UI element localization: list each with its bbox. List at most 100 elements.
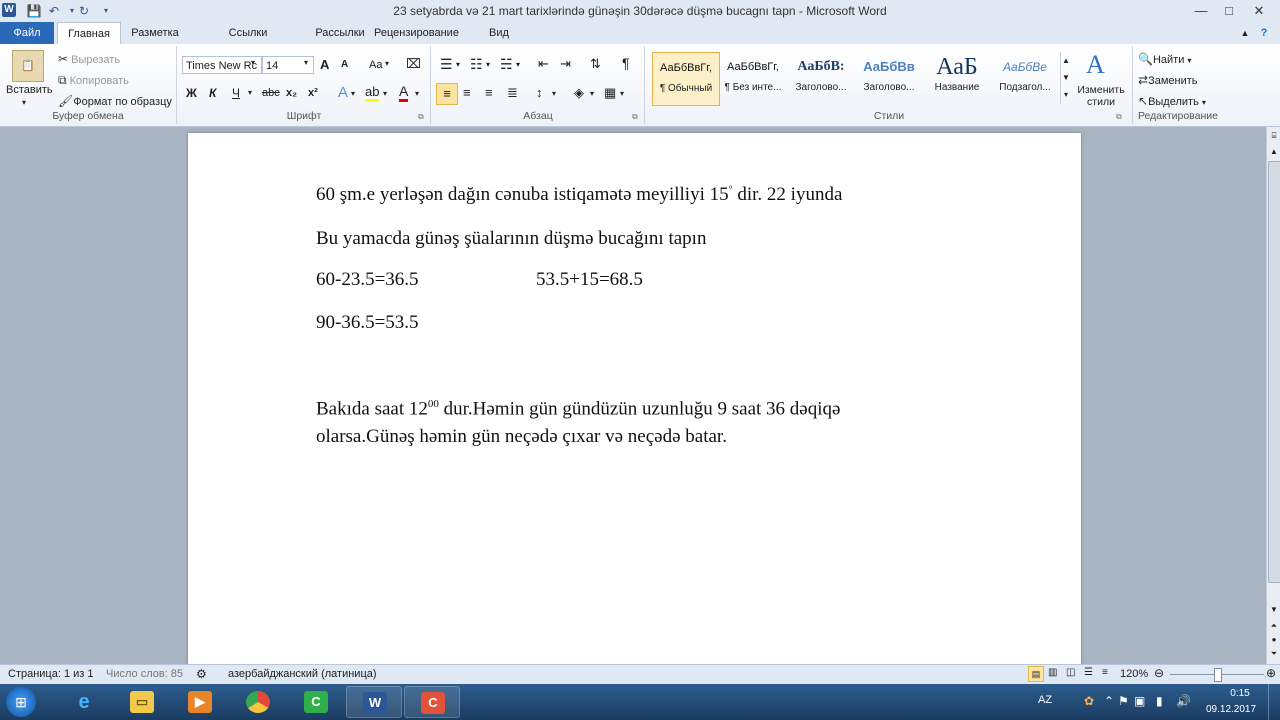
action-center-flag-icon[interactable]: ⚑ bbox=[1118, 694, 1129, 708]
doc-line-3a[interactable]: 60-23.5=36.5 bbox=[316, 269, 419, 291]
numbering-dropdown-icon[interactable]: ▾ bbox=[486, 60, 490, 69]
tab-mailings[interactable]: Рецензирование bbox=[374, 22, 459, 44]
ruler-toggle-icon[interactable]: ⌸ bbox=[1267, 129, 1280, 143]
scroll-down-icon[interactable]: ▼ bbox=[1267, 603, 1280, 617]
highlight-icon[interactable]: ab bbox=[365, 84, 380, 102]
paste-button[interactable]: Вставить bbox=[6, 84, 53, 96]
input-language[interactable]: AZ bbox=[1038, 694, 1052, 706]
vertical-scrollbar[interactable]: ⌸ ▲ ▼ ⏶ ● ⏷ bbox=[1266, 127, 1280, 664]
word-count[interactable]: Число слов: 85 bbox=[106, 668, 183, 680]
print-layout-icon[interactable]: ▤ bbox=[1028, 666, 1044, 682]
style-title[interactable]: АаБ Название bbox=[924, 52, 990, 104]
sort-icon[interactable]: ⇅ bbox=[590, 56, 601, 72]
outline-view-icon[interactable]: ☰ bbox=[1084, 667, 1093, 678]
browse-object-icon[interactable]: ● bbox=[1267, 633, 1280, 647]
subscript-button[interactable]: x₂ bbox=[286, 87, 297, 99]
decrease-indent-icon[interactable]: ⇤ bbox=[538, 56, 549, 72]
taskbar-chrome[interactable] bbox=[230, 686, 286, 718]
taskbar-word[interactable]: W bbox=[346, 686, 402, 718]
clock-date[interactable]: 09.12.2017 bbox=[1206, 704, 1256, 715]
paste-icon[interactable]: 📋 bbox=[12, 50, 44, 82]
minimize-button[interactable]: — bbox=[1188, 2, 1214, 20]
text-effects-icon[interactable]: A bbox=[338, 84, 348, 101]
change-case-button[interactable]: Aa bbox=[369, 59, 382, 71]
align-right-icon[interactable]: ≡ bbox=[485, 85, 493, 100]
paste-dropdown-icon[interactable]: ▾ bbox=[22, 98, 26, 107]
tab-home[interactable]: Главная bbox=[57, 22, 121, 45]
shading-icon[interactable]: ◈ bbox=[574, 85, 584, 101]
previous-page-icon[interactable]: ⏶ bbox=[1267, 619, 1280, 633]
find-button[interactable]: 🔍Найти ▾ bbox=[1138, 52, 1191, 66]
volume-icon[interactable]: 🔊 bbox=[1176, 694, 1191, 708]
next-page-icon[interactable]: ⏷ bbox=[1267, 647, 1280, 661]
italic-button[interactable]: К bbox=[209, 86, 216, 100]
borders-icon[interactable]: ▦ bbox=[604, 85, 616, 101]
font-name-dropdown-icon[interactable]: ▾ bbox=[251, 58, 255, 67]
tab-page-layout[interactable]: Ссылки bbox=[190, 22, 306, 44]
scroll-thumb[interactable] bbox=[1268, 161, 1280, 583]
styles-scroll-buttons[interactable]: ▲ ▼ ▾ bbox=[1060, 52, 1071, 104]
tab-review[interactable]: Вид bbox=[446, 22, 552, 44]
network-icon[interactable]: ▣ bbox=[1134, 694, 1145, 708]
doc-line-6[interactable]: olarsa.Günəş həmin gün neçədə çıxar və n… bbox=[316, 426, 727, 448]
superscript-button[interactable]: x² bbox=[308, 87, 318, 99]
shading-dropdown-icon[interactable]: ▾ bbox=[590, 89, 594, 98]
shrink-font-button[interactable]: A bbox=[341, 59, 348, 70]
doc-line-1[interactable]: 60 şm.e yerləşən dağın cənuba istiqamətə… bbox=[316, 184, 842, 206]
align-center-icon[interactable]: ≡ bbox=[463, 85, 471, 100]
web-layout-icon[interactable]: ◫ bbox=[1066, 667, 1075, 678]
numbering-icon[interactable]: ☷ bbox=[470, 56, 483, 73]
tab-file[interactable]: Файл bbox=[0, 22, 54, 44]
show-formatting-button[interactable]: ¶ bbox=[622, 55, 630, 71]
minimize-ribbon-icon[interactable]: ▲ bbox=[1238, 22, 1252, 44]
doc-line-2[interactable]: Bu yamacda günəş şüalarının düşmə bucağı… bbox=[316, 228, 706, 250]
change-styles-icon[interactable]: A bbox=[1086, 50, 1105, 80]
strikethrough-button[interactable]: abc bbox=[262, 87, 280, 99]
style-heading-2[interactable]: АаБбВв Заголово... bbox=[856, 52, 922, 104]
language-indicator[interactable]: азербайджанский (латиница) bbox=[228, 668, 377, 680]
borders-dropdown-icon[interactable]: ▾ bbox=[620, 89, 624, 98]
help-icon[interactable]: ? bbox=[1256, 22, 1272, 44]
page-count[interactable]: Страница: 1 из 1 bbox=[8, 668, 94, 680]
clock-time[interactable]: 0:15 bbox=[1218, 688, 1262, 699]
change-case-dropdown-icon[interactable]: ▾ bbox=[385, 59, 389, 68]
font-color-icon[interactable]: A bbox=[399, 83, 409, 102]
zoom-in-icon[interactable]: ⊕ bbox=[1266, 666, 1276, 680]
replace-button[interactable]: ⇄Заменить bbox=[1138, 73, 1198, 87]
show-desktop-button[interactable] bbox=[1268, 684, 1280, 720]
zoom-slider-thumb[interactable] bbox=[1214, 668, 1222, 682]
tab-view[interactable] bbox=[558, 22, 596, 44]
taskbar-recorder[interactable]: C bbox=[404, 686, 460, 718]
taskbar-camtasia[interactable]: C bbox=[288, 686, 344, 718]
taskbar-media[interactable]: ▶ bbox=[172, 686, 228, 718]
copy-button[interactable]: ⧉ Копировать bbox=[58, 73, 129, 88]
scroll-up-icon[interactable]: ▲ bbox=[1267, 145, 1280, 159]
grow-font-button[interactable]: A bbox=[320, 57, 329, 72]
underline-button[interactable]: Ч bbox=[232, 86, 240, 100]
underline-dropdown-icon[interactable]: ▾ bbox=[248, 88, 252, 97]
signal-icon[interactable]: ▮ bbox=[1156, 694, 1163, 708]
bullets-icon[interactable]: ☰ bbox=[440, 56, 453, 73]
full-screen-reading-icon[interactable]: ▥ bbox=[1048, 667, 1057, 678]
clear-formatting-icon[interactable]: ⌧ bbox=[406, 56, 421, 72]
cut-button[interactable]: ✂ Вырезать bbox=[58, 52, 120, 66]
style-no-spacing[interactable]: АаБбВвГг, ¶ Без инте... bbox=[720, 52, 786, 104]
tray-expand-icon[interactable]: ⌃ bbox=[1104, 694, 1114, 708]
style-subtitle[interactable]: АаБбВе Подзагол... bbox=[992, 52, 1058, 104]
text-effects-dropdown-icon[interactable]: ▾ bbox=[351, 89, 355, 98]
bullets-dropdown-icon[interactable]: ▾ bbox=[456, 60, 460, 69]
start-button-icon[interactable]: ⊞ bbox=[6, 687, 36, 717]
font-name-input[interactable]: Times New Rc bbox=[182, 56, 262, 74]
tray-app-icon[interactable]: ✿ bbox=[1084, 694, 1094, 708]
proofing-icon[interactable]: ⚙ bbox=[196, 667, 207, 681]
format-painter-button[interactable]: 🖌Формат по образцу bbox=[58, 94, 172, 108]
zoom-level[interactable]: 120% bbox=[1120, 668, 1148, 680]
taskbar-explorer[interactable]: ▭ bbox=[114, 686, 170, 718]
multilevel-dropdown-icon[interactable]: ▾ bbox=[516, 60, 520, 69]
taskbar-ie[interactable]: e bbox=[56, 686, 112, 718]
doc-line-4[interactable]: 90-36.5=53.5 bbox=[316, 312, 419, 334]
tab-references[interactable]: Рассылки bbox=[312, 22, 368, 44]
increase-indent-icon[interactable]: ⇥ bbox=[560, 56, 571, 72]
line-spacing-icon[interactable]: ↕ bbox=[536, 85, 543, 100]
maximize-button[interactable]: □ bbox=[1216, 2, 1242, 20]
